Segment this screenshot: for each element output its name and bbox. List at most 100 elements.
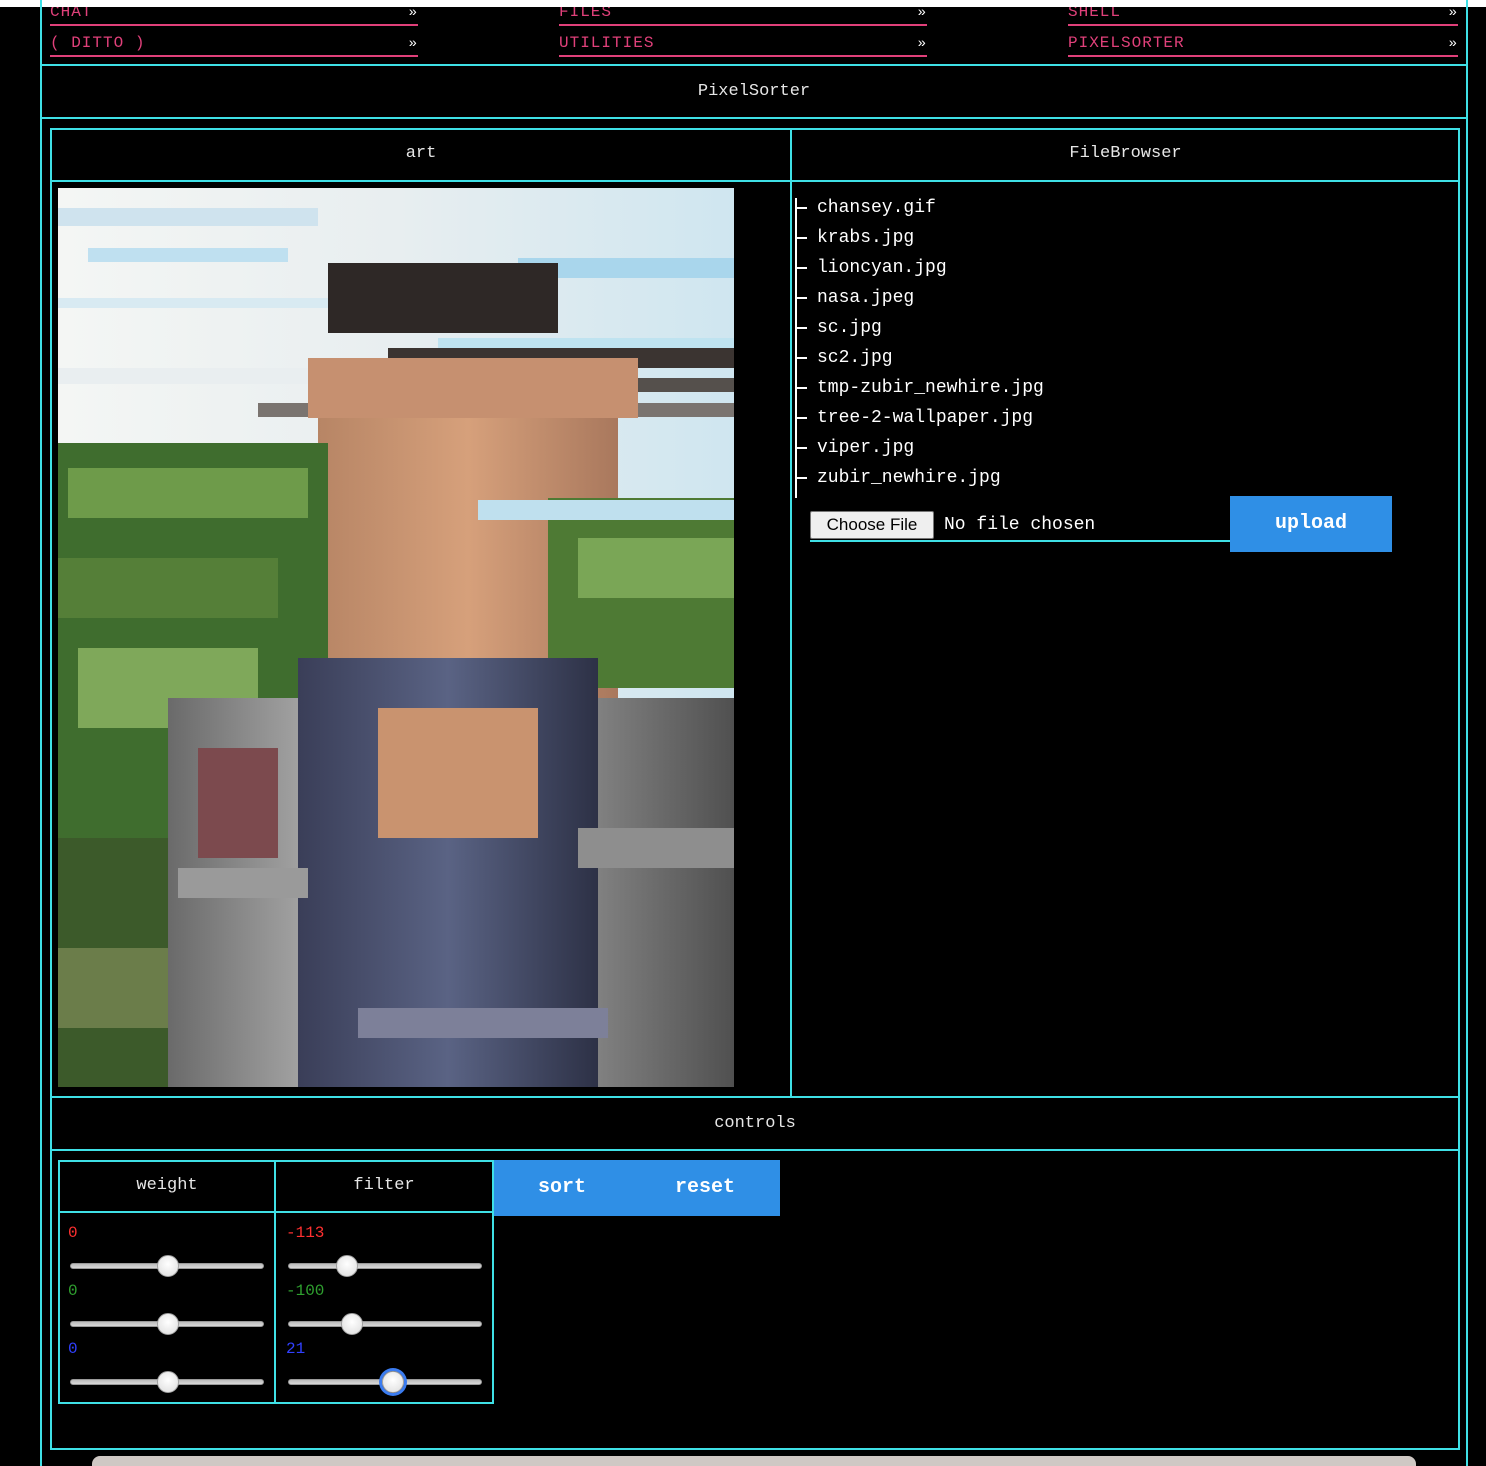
tree-branch-icon [797,327,807,329]
nav-chat-label: CHAT [50,7,93,21]
weight-slider-0[interactable] [70,1255,264,1277]
file-name[interactable]: zubir_newhire.jpg [817,468,1001,488]
weight-value-1: 0 [68,1282,78,1300]
weight-panel [58,1160,276,1404]
pixelsorted-artwork-image [58,188,734,1087]
file-name[interactable]: sc.jpg [817,318,882,338]
nav-shell[interactable]: SHELL » [1068,7,1458,26]
filter-title: filter [353,1176,415,1195]
slider-thumb[interactable] [340,1313,363,1335]
chevron-right-icon: » [917,7,927,21]
art-panel-title: art [405,144,437,163]
nav-pixelsorter[interactable]: PIXELSORTER » [1068,31,1458,57]
file-list-item[interactable]: tmp-zubir_newhire.jpg [797,378,1044,408]
slider-thumb[interactable] [382,1371,405,1393]
sort-reset-bar: sort reset [494,1160,780,1216]
filter-value-1: -100 [286,1282,325,1300]
file-list-item[interactable]: nasa.jpeg [797,288,914,318]
tree-branch-icon [797,387,807,389]
divider [50,1096,1460,1098]
nav-shell-label: SHELL [1068,7,1122,21]
slider-thumb[interactable] [336,1255,359,1277]
panel-border-left [50,128,52,1450]
chevron-right-icon: » [408,7,418,21]
file-name[interactable]: sc2.jpg [817,348,893,368]
chevron-right-icon: » [917,36,927,52]
file-name[interactable]: tree-2-wallpaper.jpg [817,408,1033,428]
slider-track [288,1263,482,1269]
tree-branch-icon [797,477,807,479]
window-top-edge [0,0,1486,7]
filter-slider-0[interactable] [288,1255,482,1277]
divider [274,1211,494,1213]
divider [40,117,1468,119]
weight-value-0: 0 [68,1224,78,1242]
slider-thumb[interactable] [157,1313,179,1335]
upload-button[interactable]: upload [1230,496,1392,552]
file-list-item[interactable]: sc.jpg [797,318,882,348]
weight-slider-2[interactable] [70,1371,264,1393]
panel-border-right [1458,128,1460,1450]
file-name[interactable]: lioncyan.jpg [817,258,947,278]
nav-utilities-label: UTILITIES [559,34,655,52]
file-list-item[interactable]: viper.jpg [797,438,914,468]
slider-thumb[interactable] [157,1371,179,1393]
divider [50,180,1460,182]
tree-branch-icon [797,447,807,449]
page-title: PixelSorter [697,82,811,101]
top-navigation: CHAT » FILES » SHELL » ( DITTO ) » UTILI… [42,7,1466,63]
panel-border-bottom [50,1448,1460,1450]
controls-panel-title: controls [714,1114,796,1133]
nav-files-label: FILES [559,7,613,21]
nav-files[interactable]: FILES » [559,7,927,26]
filebrowser-panel-title: FileBrowser [1069,144,1182,163]
tree-branch-icon [797,357,807,359]
filter-slider-2[interactable] [288,1371,482,1393]
file-input-status: No file chosen [944,515,1096,535]
nav-ditto-label: ( DITTO ) [50,34,146,52]
file-input-underline [810,540,1230,542]
dock-edge [92,1456,1416,1466]
nav-pixelsorter-label: PIXELSORTER [1068,34,1185,52]
file-list-item[interactable]: chansey.gif [797,198,936,228]
tree-branch-icon [797,267,807,269]
file-name[interactable]: krabs.jpg [817,228,914,248]
nav-ditto[interactable]: ( DITTO ) » [50,31,418,57]
file-list-item[interactable]: zubir_newhire.jpg [797,468,1001,498]
chevron-right-icon: » [1448,7,1458,21]
frame-border-left [40,0,42,1466]
filter-value-0: -113 [286,1224,325,1242]
tree-branch-icon [797,237,807,239]
file-list-item[interactable]: tree-2-wallpaper.jpg [797,408,1033,438]
weight-title: weight [136,1176,198,1195]
frame-border-right [1466,0,1468,1466]
chevron-right-icon: » [408,36,418,52]
divider [40,64,1468,66]
slider-thumb[interactable] [157,1255,179,1277]
weight-value-2: 0 [68,1340,78,1358]
chevron-right-icon: » [1448,36,1458,52]
file-name[interactable]: tmp-zubir_newhire.jpg [817,378,1044,398]
file-name[interactable]: nasa.jpeg [817,288,914,308]
tree-branch-icon [797,417,807,419]
file-name[interactable]: viper.jpg [817,438,914,458]
nav-chat[interactable]: CHAT » [50,7,418,26]
sort-button[interactable]: sort [494,1160,630,1216]
divider [50,1149,1460,1151]
nav-utilities[interactable]: UTILITIES » [559,31,927,57]
tree-branch-icon [797,207,807,209]
file-list-item[interactable]: sc2.jpg [797,348,893,378]
choose-file-button[interactable]: Choose File [810,511,934,539]
filter-value-2: 21 [286,1340,306,1358]
slider-track [288,1321,482,1327]
panel-border-top [50,128,1460,130]
reset-button[interactable]: reset [630,1160,780,1216]
file-list-item[interactable]: lioncyan.jpg [797,258,947,288]
filter-slider-1[interactable] [288,1313,482,1335]
weight-slider-1[interactable] [70,1313,264,1335]
file-list-item[interactable]: krabs.jpg [797,228,914,258]
tree-branch-icon [797,297,807,299]
file-name[interactable]: chansey.gif [817,198,936,218]
panel-divider [790,128,792,1098]
divider [58,1211,276,1213]
